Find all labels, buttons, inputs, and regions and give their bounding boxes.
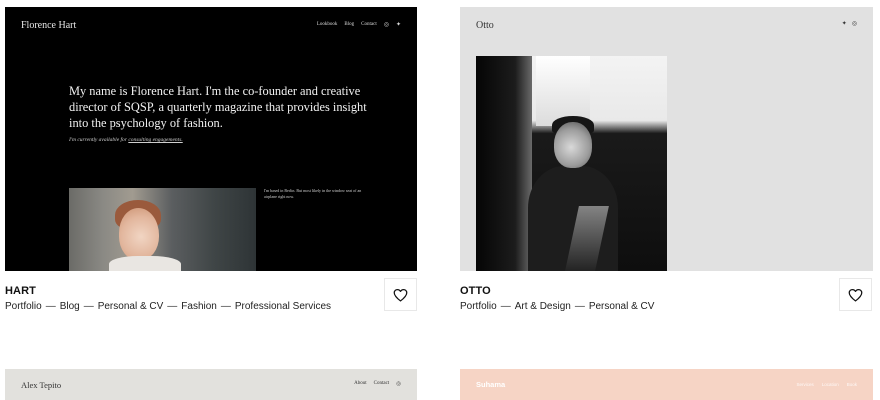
- tag[interactable]: Personal & CV: [98, 301, 164, 312]
- favorite-button[interactable]: [839, 278, 872, 311]
- photo-shirt: [109, 256, 181, 271]
- availability-prefix: I'm currently available for: [69, 137, 127, 143]
- photo-shadow: [476, 56, 532, 271]
- preview-intro-text: My name is Florence Hart. I'm the co-fou…: [69, 84, 367, 130]
- template-preview-hart[interactable]: Florence Hart Lookbook Blog Contact ◎ ✦ …: [5, 7, 417, 271]
- photo-head: [554, 122, 592, 168]
- preview-nav-item: Blog: [344, 22, 355, 27]
- tag[interactable]: Art & Design: [515, 301, 571, 312]
- photo-highlight: [536, 56, 590, 126]
- preview-site-name: Otto: [476, 20, 494, 31]
- preview-site-name: Florence Hart: [21, 20, 77, 31]
- photo-face: [119, 208, 159, 260]
- twitter-icon: ✦: [395, 21, 401, 28]
- preview-nav: Lookbook Blog Contact ◎ ✦: [317, 21, 401, 28]
- card-title[interactable]: HART: [5, 285, 36, 297]
- preview-nav: ✦ ◎: [842, 20, 857, 27]
- tag[interactable]: Personal & CV: [589, 301, 655, 312]
- template-preview-alex-tepito[interactable]: Alex Tepito About Contact ◎: [5, 369, 417, 400]
- card-tags: Portfolio — Blog — Personal & CV — Fashion — Pro…: [5, 301, 331, 312]
- tag[interactable]: Blog: [60, 301, 80, 312]
- preview-availability: I'm currently available for consulting e…: [69, 137, 183, 143]
- tag-separator: —: [167, 301, 178, 312]
- tag[interactable]: Portfolio: [460, 301, 497, 312]
- template-preview-otto[interactable]: Otto ✦ ◎: [460, 7, 873, 271]
- favorite-button[interactable]: [384, 278, 417, 311]
- tag[interactable]: Fashion: [181, 301, 217, 312]
- tag[interactable]: Portfolio: [5, 301, 42, 312]
- twitter-icon: ✦: [841, 20, 847, 27]
- tag[interactable]: Professional Services: [235, 301, 331, 312]
- preview-site-name: Suhama: [476, 380, 506, 389]
- preview-site-name: Alex Tepito: [21, 380, 62, 390]
- preview-nav-item: Services: [796, 382, 814, 387]
- instagram-icon: ◎: [851, 20, 857, 27]
- preview-nav-item: About: [354, 381, 367, 386]
- heart-icon: [393, 288, 408, 302]
- tag-separator: —: [83, 301, 94, 312]
- heart-icon: [848, 288, 863, 302]
- preview-nav: Services Location Book: [796, 382, 857, 387]
- preview-nav: About Contact ◎: [354, 381, 401, 387]
- card-title[interactable]: OTTO: [460, 285, 491, 297]
- preview-photo: [69, 188, 256, 271]
- preview-nav-item: Lookbook: [316, 22, 338, 27]
- preview-nav-item: Contact: [361, 22, 377, 27]
- preview-side-text: I'm based in Berlin. But most likely in …: [264, 188, 362, 199]
- tag-separator: —: [574, 301, 585, 312]
- availability-link: consulting engagements.: [128, 137, 183, 143]
- preview-nav-item: Book: [846, 382, 857, 387]
- preview-nav-item: Contact: [373, 381, 390, 386]
- instagram-icon: ◎: [396, 381, 401, 387]
- preview-photo: [476, 56, 667, 271]
- template-preview-suhama[interactable]: Suhama Services Location Book: [460, 369, 873, 400]
- tag-separator: —: [500, 301, 511, 312]
- card-tags: Portfolio — Art & Design — Personal & CV: [460, 301, 654, 312]
- preview-nav-item: Location: [821, 382, 839, 387]
- tag-separator: —: [45, 301, 56, 312]
- tag-separator: —: [220, 301, 231, 312]
- instagram-icon: ◎: [383, 21, 389, 28]
